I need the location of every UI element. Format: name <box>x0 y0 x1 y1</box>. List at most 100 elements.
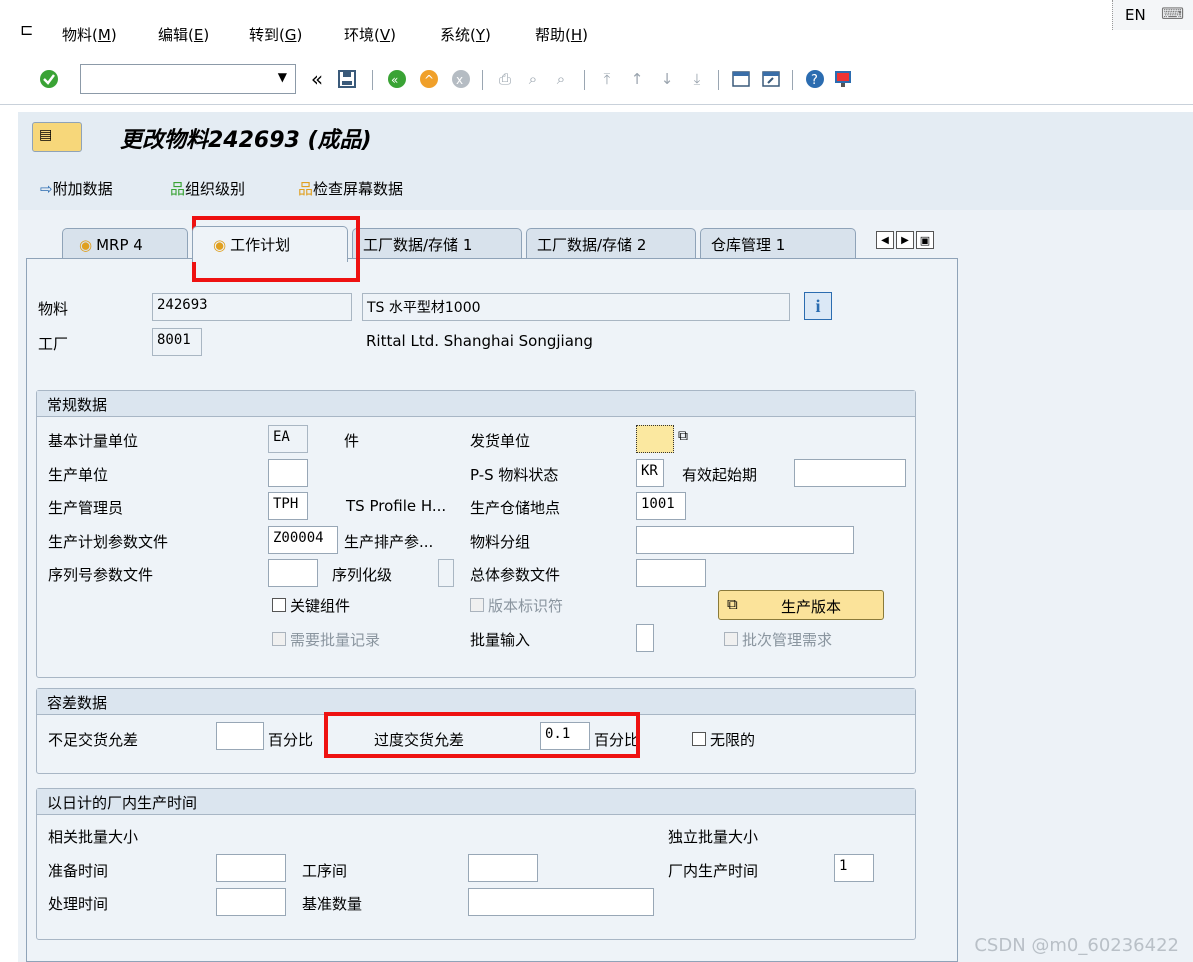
find-next-icon[interactable]: ⌕ <box>550 68 572 90</box>
material-field[interactable]: 242693 <box>152 293 352 321</box>
batch-entry-label: 批量输入 <box>470 631 531 649</box>
next-page-icon[interactable]: ↓ <box>656 68 678 90</box>
base-quantity-label: 基准数量 <box>302 895 363 913</box>
critical-part-label: 关键组件 <box>290 597 351 615</box>
batch-record-label: 需要批量记录 <box>290 631 381 649</box>
back-icon[interactable]: « <box>386 68 408 90</box>
menu-help[interactable]: 帮助(H) <box>535 24 588 45</box>
processing-time-field[interactable] <box>216 888 286 916</box>
enter-check-icon[interactable] <box>38 68 60 90</box>
batch-entry-field[interactable] <box>636 624 654 652</box>
ps-status-label: P-S 物料状态 <box>470 466 559 484</box>
critical-part-checkbox[interactable] <box>272 598 286 612</box>
layout-menu-icon[interactable] <box>832 68 854 90</box>
previous-page-icon[interactable]: ↑ <box>626 68 648 90</box>
collapse-icon[interactable]: « <box>306 67 328 91</box>
unlimited-checkbox[interactable] <box>692 732 706 746</box>
material-description-field[interactable]: TS 水平型材1000 <box>362 293 790 321</box>
plant-label: 工厂 <box>38 335 69 353</box>
version-indicator-checkbox[interactable] <box>470 598 484 612</box>
menu-bar: ⊏ 物料(M) 编辑(E) 转到(G) 环境(V) 系统(Y) 帮助(H) EN… <box>0 0 1193 54</box>
lot-size-dependent-label: 相关批量大小 <box>48 828 139 846</box>
shortcut-icon[interactable] <box>760 68 782 90</box>
serial-profile-field[interactable] <box>268 559 318 587</box>
org-levels-button[interactable]: 品组织级别 <box>170 178 245 199</box>
hierarchy-icon: 品 <box>170 180 186 198</box>
save-icon[interactable] <box>336 68 358 90</box>
tab-mrp4[interactable]: ◉ MRP 4 <box>62 228 188 260</box>
last-page-icon[interactable]: ⤓ <box>686 68 708 90</box>
exit-icon[interactable]: ^ <box>418 68 440 90</box>
unlimited-label: 无限的 <box>710 731 756 749</box>
interoperation-field[interactable] <box>468 854 538 882</box>
print-icon[interactable]: ⎙ <box>494 68 516 90</box>
tab-warehouse-1[interactable]: 仓库管理 1 <box>700 228 856 260</box>
tab-work-scheduling[interactable]: ◉ 工作计划 <box>192 226 348 262</box>
batch-management-checkbox[interactable] <box>724 632 738 646</box>
material-group-field[interactable] <box>636 526 854 554</box>
production-version-button[interactable]: ⧉ 生产版本 <box>718 590 884 620</box>
tab-status-icon: ◉ <box>213 235 227 254</box>
serialization-level-field[interactable] <box>438 559 454 587</box>
page-title: 更改物料242693 (成品) <box>120 128 372 153</box>
storage-location-field[interactable]: 1001 <box>636 492 686 520</box>
menu-system[interactable]: 系统(Y) <box>440 24 491 45</box>
svg-text:?: ? <box>811 73 818 88</box>
title-bar: ▤ 更改物料242693 (成品) <box>18 112 1193 162</box>
additional-data-button[interactable]: ⇨附加数据 <box>40 178 113 199</box>
unit-of-issue-field[interactable] <box>636 425 674 453</box>
underdelivery-tolerance-label: 不足交货允差 <box>48 731 139 749</box>
create-session-icon[interactable] <box>730 68 752 90</box>
first-page-icon[interactable]: ⤒ <box>596 68 618 90</box>
watermark: CSDN @m0_60236422 <box>974 935 1179 956</box>
overall-profile-field[interactable] <box>636 559 706 587</box>
material-group-label: 物料分组 <box>470 533 531 551</box>
interoperation-label: 工序间 <box>302 862 348 880</box>
tab-scroll-left-icon[interactable]: ◀ <box>876 231 894 249</box>
serialization-level-label: 序列化级 <box>332 566 393 584</box>
tab-list-icon[interactable]: ▣ <box>916 231 934 249</box>
cancel-icon[interactable]: x <box>450 68 472 90</box>
value-help-icon[interactable]: ⧉ <box>678 428 688 444</box>
underdelivery-tolerance-field[interactable] <box>216 722 264 750</box>
menu-material[interactable]: 物料(M) <box>62 24 117 45</box>
setup-time-label: 准备时间 <box>48 862 109 880</box>
check-screen-data-button[interactable]: 品检查屏幕数据 <box>298 178 403 199</box>
valid-from-field[interactable] <box>794 459 906 487</box>
valid-from-label: 有效起始期 <box>682 466 758 484</box>
production-unit-field[interactable] <box>268 459 308 487</box>
menu-edit[interactable]: 编辑(E) <box>158 24 209 45</box>
highlight-overdelivery-tolerance <box>324 712 640 758</box>
language-indicator[interactable]: EN ⌨ <box>1112 0 1193 30</box>
scheduling-profile-text: 生产排产参... <box>344 533 434 551</box>
production-supervisor-field[interactable]: TPH <box>268 492 308 520</box>
production-supervisor-label: 生产管理员 <box>48 499 124 517</box>
batch-record-checkbox[interactable] <box>272 632 286 646</box>
command-field[interactable]: ▼ <box>80 64 296 94</box>
menu-goto[interactable]: 转到(G) <box>249 24 302 45</box>
tab-plant-storage-2[interactable]: 工厂数据/存储 2 <box>526 228 696 260</box>
system-menu-icon[interactable]: ⊏ <box>20 20 40 39</box>
tab-scroll-right-icon[interactable]: ▶ <box>896 231 914 249</box>
info-icon[interactable]: i <box>804 292 832 320</box>
menu-environment[interactable]: 环境(V) <box>344 24 396 45</box>
screen-menu-button[interactable]: ▤ <box>32 122 82 152</box>
base-quantity-field[interactable] <box>468 888 654 916</box>
scheduling-profile-field[interactable]: Z00004 <box>268 526 338 554</box>
plant-description: Rittal Ltd. Shanghai Songjiang <box>366 332 593 350</box>
tab-plant-storage-1[interactable]: 工厂数据/存储 1 <box>352 228 522 260</box>
setup-time-field[interactable] <box>216 854 286 882</box>
base-uom-label: 基本计量单位 <box>48 432 139 450</box>
unit-of-issue-label: 发货单位 <box>470 432 531 450</box>
lot-size-independent-label: 独立批量大小 <box>668 828 759 846</box>
help-icon[interactable]: ? <box>804 68 826 90</box>
ps-status-field[interactable]: KR <box>636 459 664 487</box>
language-code: EN <box>1125 6 1146 24</box>
inhouse-production-field[interactable]: 1 <box>834 854 874 882</box>
svg-text:x: x <box>456 73 463 87</box>
base-uom-field[interactable]: EA <box>268 425 308 453</box>
find-icon[interactable]: ⌕ <box>522 68 544 90</box>
production-unit-label: 生产单位 <box>48 466 109 484</box>
dropdown-arrow-icon[interactable]: ▼ <box>278 70 287 84</box>
plant-field[interactable]: 8001 <box>152 328 202 356</box>
